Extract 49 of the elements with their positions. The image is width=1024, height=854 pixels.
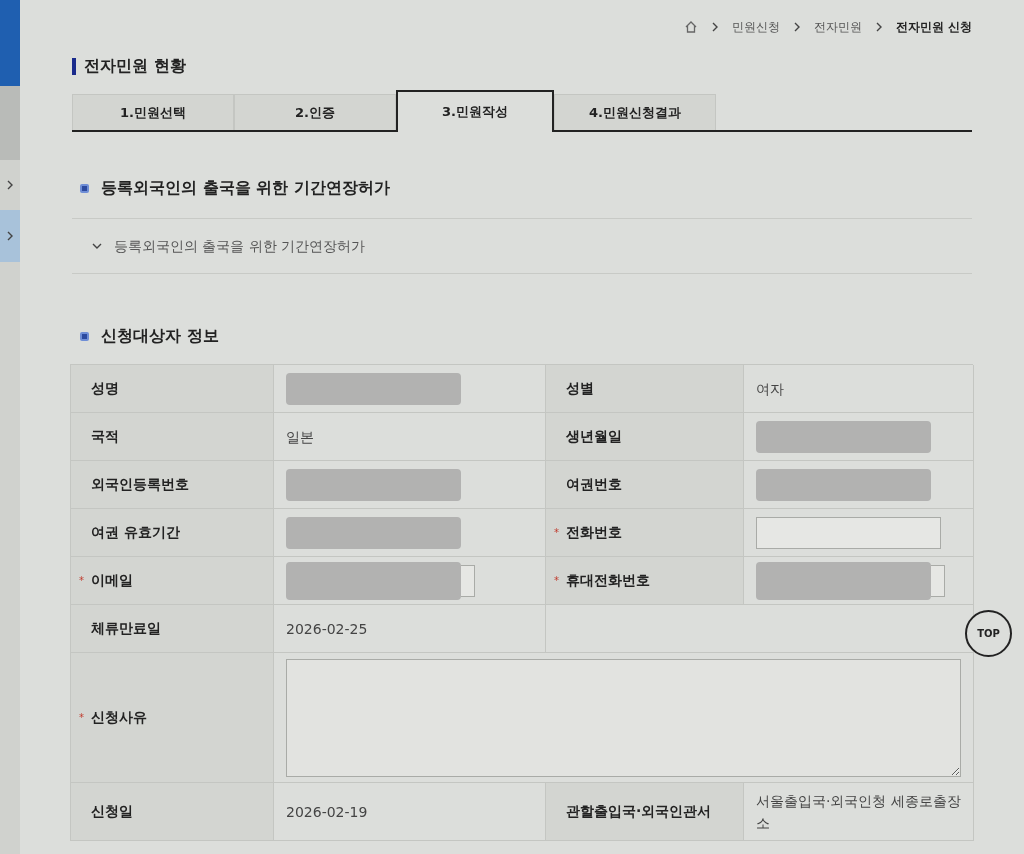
field-label: 체류만료일: [90, 619, 161, 638]
input-field[interactable]: [461, 564, 475, 597]
section-heading: 신청대상자 정보: [101, 325, 219, 347]
required-mark: *: [79, 574, 84, 586]
field-label: 휴대전화번호: [565, 571, 650, 590]
field-label: 성별: [565, 379, 594, 398]
chevron-right-icon: [5, 180, 15, 190]
field-label: 국적: [90, 427, 119, 446]
step-tab[interactable]: 2.인증: [234, 94, 396, 130]
field-label: 전화번호: [565, 523, 622, 542]
field-label: 신청일: [90, 802, 133, 821]
input-field[interactable]: [756, 516, 941, 549]
field-value: 2026-02-19: [286, 802, 368, 822]
sidebar-menu-tab[interactable]: [0, 210, 20, 262]
field-label: 관할출입국·외국인관서: [565, 802, 712, 821]
step-tab[interactable]: 3.민원작성: [396, 90, 554, 132]
required-mark: *: [554, 574, 559, 586]
bullet-icon: [80, 331, 89, 341]
field-value: 일본: [286, 427, 314, 447]
field-value: 2026-02-25: [286, 619, 368, 639]
field-value: 여자: [756, 379, 784, 399]
breadcrumb-link[interactable]: 민원신청: [731, 18, 780, 36]
reason-textarea[interactable]: [286, 658, 961, 777]
sidebar-menu-tab[interactable]: [0, 86, 20, 160]
step-tab[interactable]: 1.민원선택: [72, 94, 234, 130]
sidebar-menu-tab[interactable]: [0, 0, 20, 86]
breadcrumb-link[interactable]: 전자민원 신청: [895, 18, 972, 36]
bullet-icon: [80, 183, 89, 193]
title-bar-icon: [72, 57, 76, 75]
chevron-down-icon: [92, 241, 102, 251]
field-value: 서울출입국·외국인청 세종로출장소: [756, 791, 961, 833]
home-icon[interactable]: [683, 20, 698, 34]
field-label: 신청사유: [90, 708, 147, 727]
section-heading: 등록외국인의 출국을 위한 기간연장허가: [101, 177, 390, 199]
input-field[interactable]: [931, 564, 945, 597]
field-label: 외국인등록번호: [90, 475, 189, 494]
chevron-right-icon: [5, 231, 15, 241]
field-label: 여권번호: [565, 475, 622, 494]
field-label: 생년월일: [565, 427, 622, 446]
page-title: 전자민원 현황: [84, 55, 186, 77]
step-tab[interactable]: 4.민원신청결과: [554, 94, 716, 130]
breadcrumb-link[interactable]: 전자민원: [813, 18, 862, 36]
field-label: 이메일: [90, 571, 133, 590]
field-label: 여권 유효기간: [90, 523, 180, 542]
required-mark: *: [554, 526, 559, 538]
top-button[interactable]: TOP: [965, 610, 1012, 657]
required-mark: *: [79, 711, 84, 723]
field-label: 성명: [90, 379, 119, 398]
service-item[interactable]: 등록외국인의 출국을 위한 기간연장허가: [114, 235, 366, 257]
